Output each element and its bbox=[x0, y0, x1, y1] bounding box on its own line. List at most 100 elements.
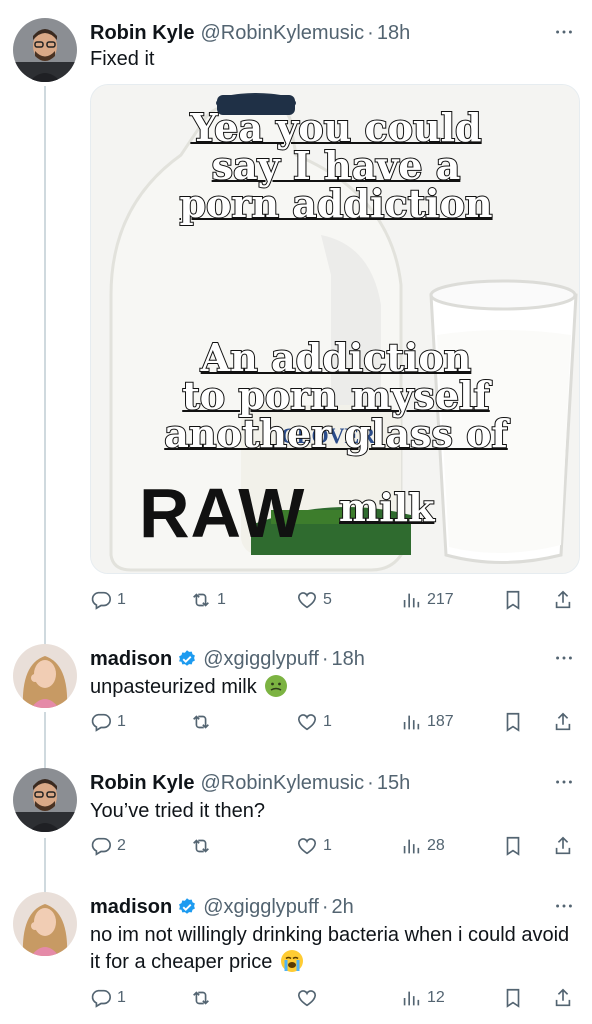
more-options-icon[interactable] bbox=[552, 770, 576, 794]
display-name[interactable]: madison bbox=[90, 896, 172, 919]
user-handle[interactable]: @xgigglypuff bbox=[203, 896, 319, 919]
heart-icon bbox=[296, 835, 318, 857]
tweet-actions: 2 1 28 bbox=[90, 832, 586, 860]
more-options-icon[interactable] bbox=[552, 894, 576, 918]
tweet-header: madison @xgigglypuff · 18h bbox=[90, 644, 365, 674]
display-name[interactable]: madison bbox=[90, 648, 172, 671]
tweet[interactable]: Robin Kyle @RobinKylemusic · 18h Fixed i… bbox=[0, 18, 592, 628]
reply-icon bbox=[90, 987, 112, 1009]
timestamp[interactable]: 2h bbox=[331, 896, 353, 919]
separator-dot: · bbox=[367, 771, 374, 794]
views-button[interactable]: 28 bbox=[400, 832, 445, 860]
reply-button[interactable]: 1 bbox=[90, 586, 126, 614]
tweet-actions: 1 1 187 bbox=[90, 708, 586, 736]
heart-icon bbox=[296, 589, 318, 611]
tweet-text: You’ve tried it then? bbox=[90, 800, 265, 822]
meme-caption-top: Yea you could say I have a porn addictio… bbox=[91, 105, 579, 226]
like-count: 1 bbox=[323, 837, 332, 854]
tweet-image[interactable]: Yea you could say I have a porn addictio… bbox=[90, 84, 580, 574]
separator-dot: · bbox=[321, 895, 329, 918]
like-button[interactable]: 5 bbox=[296, 586, 332, 614]
tweet-text-content: no im not willingly drinking bacteria wh… bbox=[90, 924, 570, 973]
share-icon bbox=[552, 589, 574, 611]
like-button[interactable] bbox=[296, 984, 318, 1012]
display-name[interactable]: Robin Kyle bbox=[90, 22, 194, 45]
bookmark-button[interactable] bbox=[502, 708, 524, 736]
avatar-madison[interactable] bbox=[13, 892, 77, 956]
view-count: 217 bbox=[427, 591, 454, 608]
share-icon bbox=[552, 711, 574, 733]
reply-icon bbox=[90, 589, 112, 611]
like-count: 1 bbox=[323, 713, 332, 730]
tweet[interactable]: Robin Kyle @RobinKylemusic · 15h You’ve … bbox=[0, 768, 592, 868]
display-name[interactable]: Robin Kyle bbox=[90, 772, 194, 795]
user-handle[interactable]: @RobinKylemusic bbox=[200, 22, 364, 45]
separator-dot: · bbox=[321, 647, 329, 670]
like-count: 5 bbox=[323, 591, 332, 608]
tweet-header: Robin Kyle @RobinKylemusic · 18h bbox=[90, 18, 410, 48]
views-button[interactable]: 217 bbox=[400, 586, 454, 614]
nauseated-face-icon bbox=[264, 674, 288, 698]
tweet-text: Fixed it bbox=[90, 48, 155, 70]
repost-button[interactable]: 1 bbox=[190, 586, 226, 614]
like-button[interactable]: 1 bbox=[296, 708, 332, 736]
views-chart-icon bbox=[400, 589, 422, 611]
user-handle[interactable]: @RobinKylemusic bbox=[200, 772, 364, 795]
tweet[interactable]: madison @xgigglypuff · 2h no im not will… bbox=[0, 892, 592, 1024]
view-count: 28 bbox=[427, 837, 445, 854]
timestamp[interactable]: 18h bbox=[331, 648, 364, 671]
more-options-icon[interactable] bbox=[552, 20, 576, 44]
reply-button[interactable]: 2 bbox=[90, 832, 126, 860]
verified-badge-icon bbox=[177, 649, 197, 669]
tweet-header: madison @xgigglypuff · 2h bbox=[90, 892, 354, 922]
verified-badge-icon bbox=[177, 897, 197, 917]
share-button[interactable] bbox=[552, 984, 574, 1012]
bookmark-button[interactable] bbox=[502, 984, 524, 1012]
tweet-text-content: unpasteurized milk bbox=[90, 676, 257, 698]
reply-button[interactable]: 1 bbox=[90, 708, 126, 736]
timestamp[interactable]: 15h bbox=[377, 772, 410, 795]
bookmark-icon bbox=[502, 987, 524, 1009]
share-icon bbox=[552, 987, 574, 1009]
meme-milk-word: milk bbox=[338, 484, 435, 531]
timestamp[interactable]: 18h bbox=[377, 22, 410, 45]
bookmark-icon bbox=[502, 711, 524, 733]
repost-icon bbox=[190, 835, 212, 857]
meme-line: porn addiction bbox=[178, 181, 493, 226]
tweet-actions: 1 1 5 217 bbox=[90, 586, 586, 614]
repost-count: 1 bbox=[217, 591, 226, 608]
bookmark-button[interactable] bbox=[502, 832, 524, 860]
share-button[interactable] bbox=[552, 708, 574, 736]
meme-line: another glass of bbox=[163, 411, 509, 456]
reply-icon bbox=[90, 711, 112, 733]
tweet-text: unpasteurized milk bbox=[90, 674, 580, 701]
tweet[interactable]: madison @xgigglypuff · 18h unpasteurized… bbox=[0, 644, 592, 744]
avatar-madison[interactable] bbox=[13, 644, 77, 708]
views-chart-icon bbox=[400, 835, 422, 857]
reply-count: 1 bbox=[117, 713, 126, 730]
views-button[interactable]: 12 bbox=[400, 984, 445, 1012]
user-handle[interactable]: @xgigglypuff bbox=[203, 648, 319, 671]
share-button[interactable] bbox=[552, 832, 574, 860]
meme-caption-bottom: An addiction to porn myself another glas… bbox=[91, 335, 579, 456]
bookmark-button[interactable] bbox=[502, 586, 524, 614]
repost-button[interactable] bbox=[190, 708, 212, 736]
tweet-text: no im not willingly drinking bacteria wh… bbox=[90, 922, 580, 976]
meme-line: An addiction bbox=[200, 335, 473, 380]
tweet-actions: 1 12 bbox=[90, 984, 586, 1012]
meme-line: say I have a bbox=[211, 143, 462, 188]
like-button[interactable]: 1 bbox=[296, 832, 332, 860]
view-count: 187 bbox=[427, 713, 454, 730]
view-count: 12 bbox=[427, 989, 445, 1006]
repost-button[interactable] bbox=[190, 984, 212, 1012]
avatar-robin-kyle[interactable] bbox=[13, 18, 77, 82]
share-button[interactable] bbox=[552, 586, 574, 614]
reply-button[interactable]: 1 bbox=[90, 984, 126, 1012]
separator-dot: · bbox=[367, 21, 374, 44]
more-options-icon[interactable] bbox=[552, 646, 576, 670]
repost-button[interactable] bbox=[190, 832, 212, 860]
avatar-robin-kyle[interactable] bbox=[13, 768, 77, 832]
views-button[interactable]: 187 bbox=[400, 708, 454, 736]
bookmark-icon bbox=[502, 835, 524, 857]
meme-line: Yea you could bbox=[189, 105, 482, 150]
